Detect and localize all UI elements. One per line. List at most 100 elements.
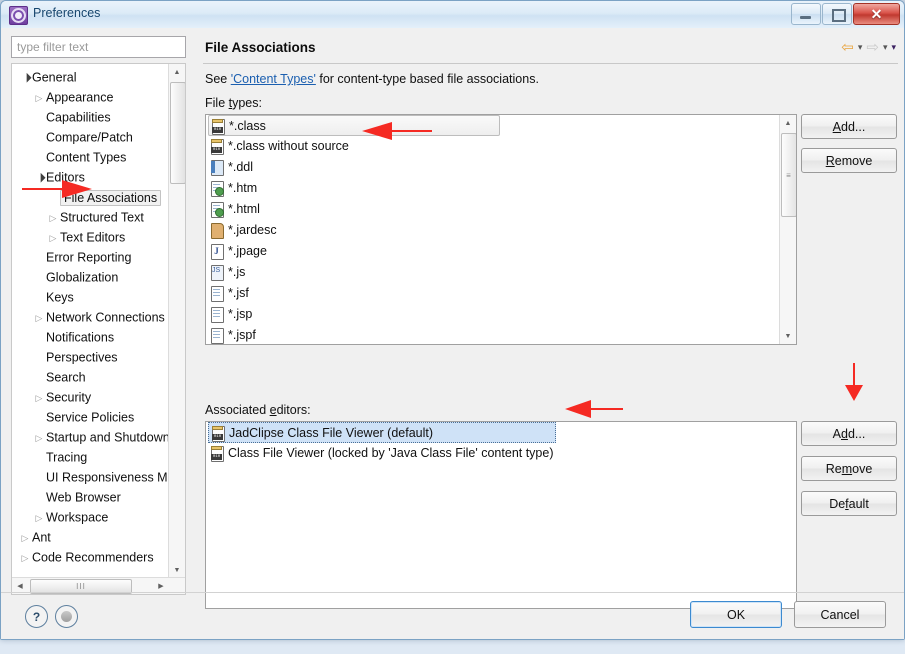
file-type-row[interactable]: JS *.js <box>206 262 796 283</box>
forward-dropdown-caret-icon[interactable]: ▾ <box>883 42 888 53</box>
associated-editor-row[interactable]: 010 Class File Viewer (locked by 'Java Cl… <box>206 443 796 464</box>
twisty-collapsed-icon[interactable] <box>32 428 46 448</box>
file-types-scrollbar[interactable]: ▲ ≡ ▼ <box>779 115 796 344</box>
remove-file-type-button[interactable]: Remove <box>801 148 897 173</box>
twisty-collapsed-icon[interactable] <box>32 308 46 328</box>
page-menu-caret-icon[interactable]: ▾ <box>891 42 896 53</box>
sidebar-item-capabilities[interactable]: Capabilities <box>12 107 185 127</box>
file-type-row[interactable]: *.jardesc <box>206 220 796 241</box>
close-button[interactable]: ✕ <box>853 3 900 25</box>
twisty-collapsed-icon[interactable] <box>32 508 46 528</box>
tree-scroll-thumb[interactable] <box>170 82 185 184</box>
add-editor-button[interactable]: Add... <box>801 421 897 446</box>
sidebar-item-keys[interactable]: Keys <box>12 287 185 307</box>
twisty-collapsed-icon[interactable] <box>46 228 60 248</box>
twisty-collapsed-icon[interactable] <box>32 88 46 108</box>
add-file-type-button[interactable]: Add... <box>801 114 897 139</box>
help-icon[interactable]: ? <box>25 605 48 628</box>
ok-button[interactable]: OK <box>690 601 782 628</box>
sidebar-item-service-policies[interactable]: Service Policies <box>12 407 185 427</box>
scroll-up-icon[interactable]: ▲ <box>780 115 796 131</box>
maximize-button[interactable] <box>822 3 852 25</box>
tree-vertical-scrollbar[interactable]: ▲ ▼ <box>168 64 185 578</box>
twisty-expanded-icon[interactable] <box>32 168 46 188</box>
sidebar-item-startup-and-shutdown[interactable]: Startup and Shutdown <box>12 427 185 447</box>
sidebar-item-error-reporting[interactable]: Error Reporting <box>12 247 185 267</box>
twisty-collapsed-icon[interactable] <box>18 548 32 568</box>
close-icon: ✕ <box>870 5 883 22</box>
file-types-list[interactable]: 010 *.class 010 *.class without source *.ddl… <box>205 114 797 345</box>
sidebar-item-security[interactable]: Security <box>12 387 185 407</box>
list-item-label: *.html <box>228 202 260 217</box>
filter-input[interactable]: type filter text <box>11 36 186 58</box>
page-title: File Associations <box>205 40 316 55</box>
sidebar-item-appearance[interactable]: Appearance <box>12 87 185 107</box>
file-type-row[interactable]: J *.jpage <box>206 241 796 262</box>
sidebar-item-label: Network Connections <box>46 310 165 325</box>
sidebar-item-label: Keys <box>46 290 74 305</box>
file-type-row[interactable]: *.ddl <box>206 157 796 178</box>
twisty-collapsed-icon[interactable] <box>32 388 46 408</box>
sidebar-item-editors[interactable]: Editors <box>12 167 185 187</box>
back-dropdown-caret-icon[interactable]: ▾ <box>858 42 863 53</box>
sidebar-item-perspectives[interactable]: Perspectives <box>12 347 185 367</box>
cancel-button[interactable]: Cancel <box>794 601 886 628</box>
scroll-left-icon[interactable]: ◀ <box>12 578 28 593</box>
sidebar-item-search[interactable]: Search <box>12 367 185 387</box>
sidebar-item-content-types[interactable]: Content Types <box>12 147 185 167</box>
sidebar-item-network-connections[interactable]: Network Connections <box>12 307 185 327</box>
sidebar-item-globalization[interactable]: Globalization <box>12 267 185 287</box>
window-titlebar[interactable]: Preferences ✕ <box>1 1 904 29</box>
sidebar-item-label: Perspectives <box>46 350 118 365</box>
back-arrow-icon[interactable]: ⇦ <box>841 40 854 55</box>
forward-arrow-icon[interactable]: ⇨ <box>866 40 879 55</box>
sidebar-item-ant[interactable]: Ant <box>12 527 185 547</box>
text-file-icon <box>210 286 224 303</box>
remove-editor-button[interactable]: Remove <box>801 456 897 481</box>
associated-editors-label: Associated editors: <box>205 403 311 417</box>
sidebar-item-text-editors[interactable]: Text Editors <box>12 227 185 247</box>
scroll-down-icon[interactable]: ▼ <box>169 562 185 578</box>
scroll-up-icon[interactable]: ▲ <box>169 64 185 80</box>
default-editor-button[interactable]: Default <box>801 491 897 516</box>
twisty-collapsed-icon[interactable] <box>46 208 60 228</box>
sidebar-item-ui-responsiveness-monitoring[interactable]: UI Responsiveness Monitoring <box>12 467 185 487</box>
list-item-icon: 010 <box>210 136 228 157</box>
scroll-down-icon[interactable]: ▼ <box>780 328 796 344</box>
class-file-icon: 010 <box>210 139 224 156</box>
content-types-link[interactable]: 'Content Types' <box>231 72 316 86</box>
file-type-class-row[interactable]: 010 *.class <box>208 115 500 136</box>
sidebar-item-file-associations[interactable]: File Associations <box>12 187 185 207</box>
sidebar-item-general[interactable]: General <box>12 67 185 87</box>
associated-editor-jadclipse-row[interactable]: 010 JadClipse Class File Viewer (default) <box>208 422 556 443</box>
sidebar-item-label: Ant <box>32 530 51 545</box>
file-type-row[interactable]: *.htm <box>206 178 796 199</box>
associated-editors-list[interactable]: 010 JadClipse Class File Viewer (default)… <box>205 421 797 609</box>
sidebar-item-web-browser[interactable]: Web Browser <box>12 487 185 507</box>
sidebar-item-workspace[interactable]: Workspace <box>12 507 185 527</box>
file-types-scroll-thumb[interactable]: ≡ <box>781 133 796 217</box>
preferences-tree[interactable]: General Appearance Capabilities Compare/Pat… <box>11 63 186 595</box>
file-type-row[interactable]: 010 *.class without source <box>206 136 796 157</box>
twisty-collapsed-icon[interactable] <box>18 528 32 548</box>
file-type-row[interactable]: *.jsf <box>206 283 796 304</box>
file-associations-pane: File Associations ⇦ ▾ ⇨ ▾ ▾ See 'Content… <box>197 28 904 609</box>
sidebar-item-structured-text[interactable]: Structured Text <box>12 207 185 227</box>
sidebar-item-code-recommenders[interactable]: Code Recommenders <box>12 547 185 567</box>
file-types-label: File types: <box>205 96 262 110</box>
sidebar-item-compare-patch[interactable]: Compare/Patch <box>12 127 185 147</box>
twisty-expanded-icon[interactable] <box>18 68 32 88</box>
sidebar-item-label: UI Responsiveness Monitoring <box>46 470 185 485</box>
file-type-row[interactable]: *.jspf <box>206 325 796 344</box>
screen: File Edit Source Refactor Navigate Searc… <box>0 0 905 654</box>
scroll-right-icon[interactable]: ▶ <box>153 578 169 593</box>
restore-defaults-icon[interactable] <box>55 605 78 628</box>
sidebar-item-notifications[interactable]: Notifications <box>12 327 185 347</box>
sidebar-item-tracing[interactable]: Tracing <box>12 447 185 467</box>
file-type-row[interactable]: *.html <box>206 199 796 220</box>
minimize-button[interactable] <box>791 3 821 25</box>
list-item-icon: 010 <box>211 116 229 137</box>
file-type-row[interactable]: *.jsp <box>206 304 796 325</box>
list-item-label: Class File Viewer (locked by 'Java Class… <box>228 446 554 461</box>
sidebar-item-label: Service Policies <box>46 410 135 425</box>
